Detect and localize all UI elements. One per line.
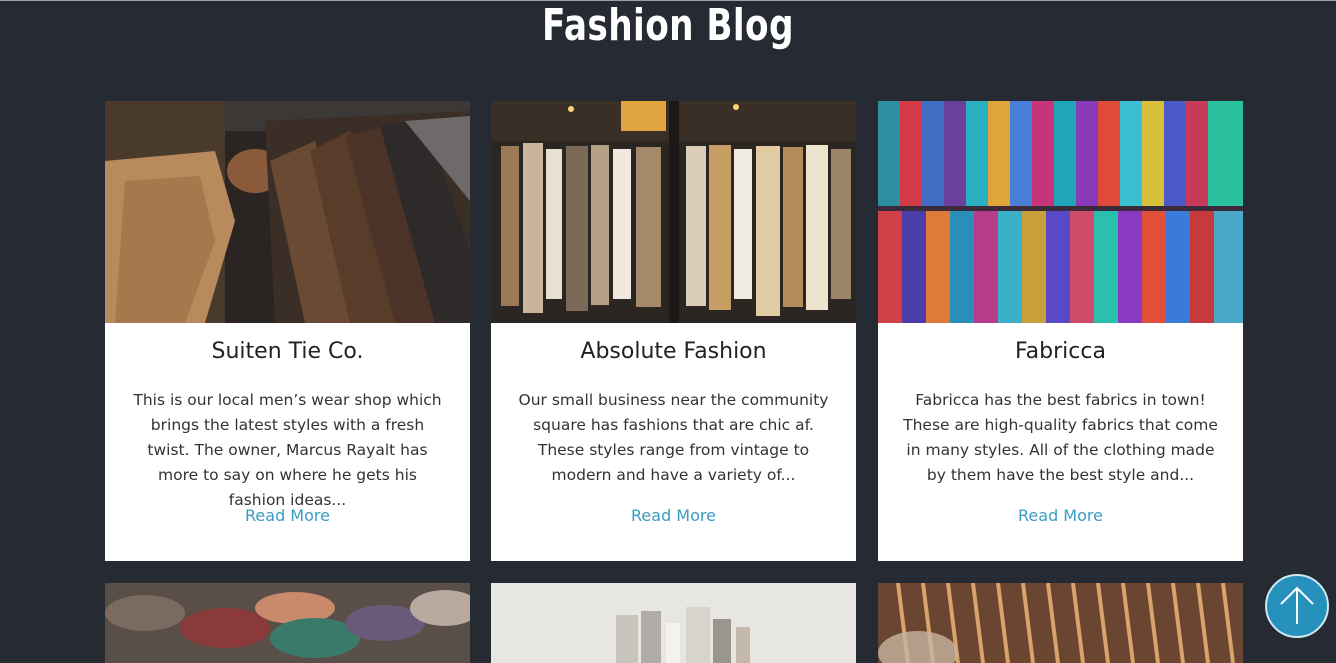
blog-card: Absolute Fashion Our small business near… <box>491 101 856 561</box>
card-title: Absolute Fashion <box>580 339 767 364</box>
card-title: Suiten Tie Co. <box>211 339 364 364</box>
card-title: Fabricca <box>1015 339 1106 364</box>
read-more-link[interactable]: Read More <box>105 506 470 525</box>
read-more-link[interactable]: Read More <box>491 506 856 525</box>
card-image-fabrics[interactable] <box>878 101 1243 323</box>
blog-card: Suiten Tie Co. This is our local men’s w… <box>105 101 470 561</box>
blog-card: Fabricca Fabricca has the best fabrics i… <box>878 101 1243 561</box>
card-image-suits[interactable] <box>105 101 470 323</box>
card-description: Fabricca has the best fabrics in town! T… <box>903 391 1218 484</box>
card-description: This is our local men’s wear shop which … <box>133 391 442 509</box>
scroll-to-top-button[interactable] <box>1265 574 1329 638</box>
card-image-clothing-rack[interactable] <box>491 101 856 323</box>
card-description: Our small business near the community sq… <box>518 391 829 484</box>
card-image-products[interactable] <box>491 583 856 663</box>
card-image-hats[interactable] <box>105 583 470 663</box>
card-image-hangers[interactable] <box>878 583 1243 663</box>
read-more-link[interactable]: Read More <box>878 506 1243 525</box>
arrow-up-icon <box>1280 586 1314 624</box>
page-title: Fashion Blog <box>542 0 794 51</box>
